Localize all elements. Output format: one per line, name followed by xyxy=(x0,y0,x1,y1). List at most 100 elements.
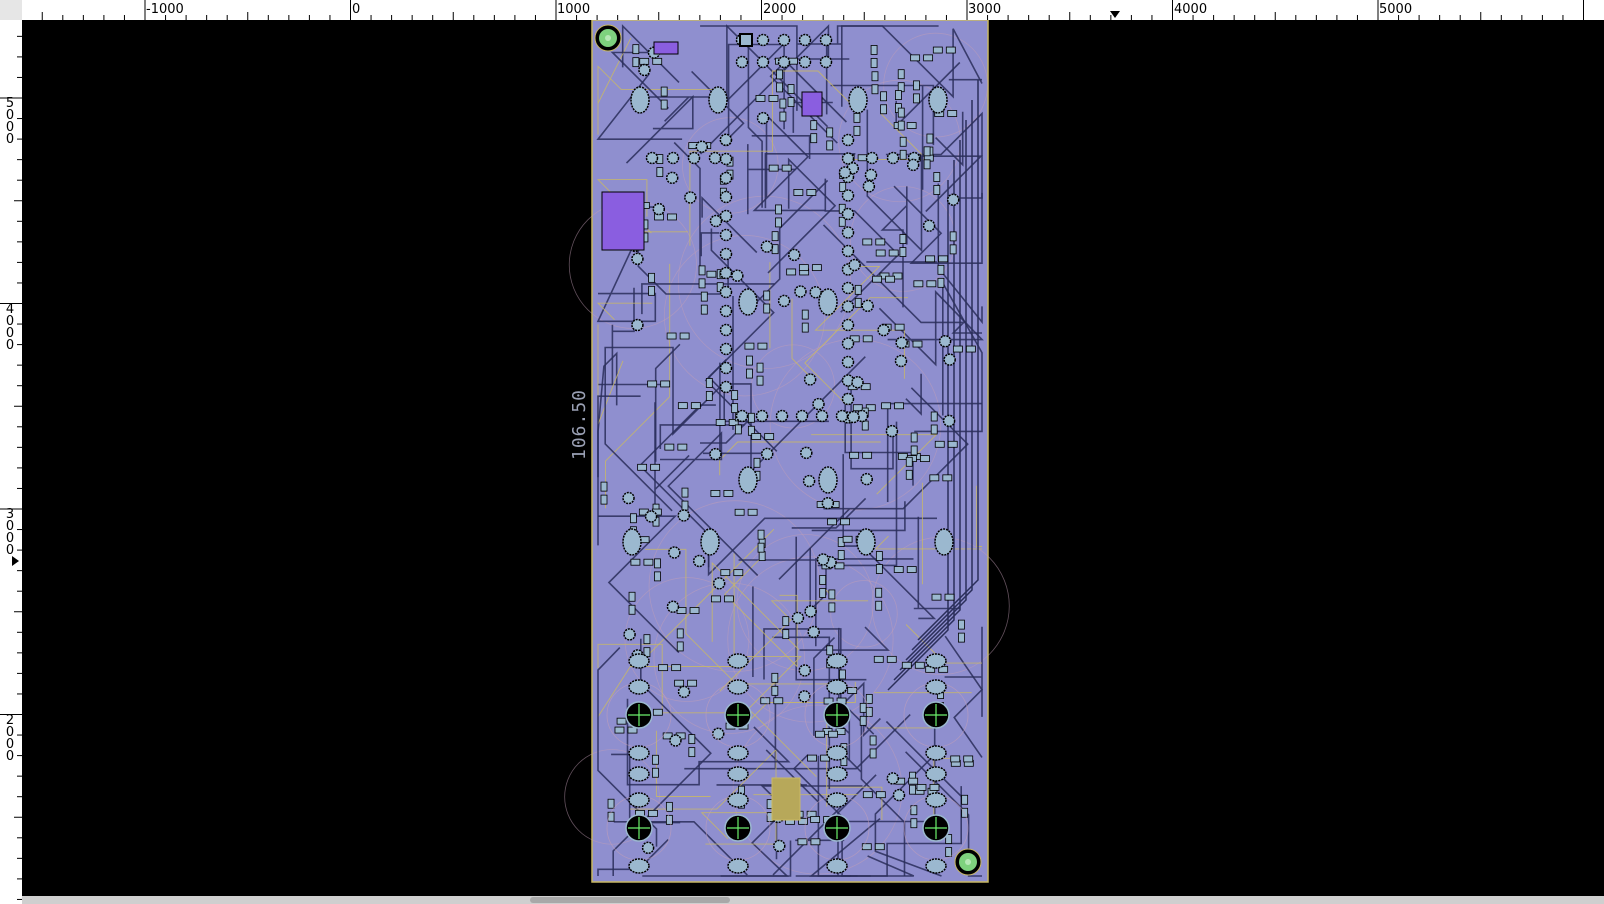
smd-pad xyxy=(600,494,608,505)
through-hole-pad xyxy=(804,605,817,618)
smd-pad xyxy=(826,140,834,151)
jack-pad xyxy=(925,792,947,808)
jack-pad xyxy=(727,792,749,808)
through-hole-pad xyxy=(798,55,812,69)
smd-pad xyxy=(880,91,887,102)
smd-pad xyxy=(665,801,673,812)
smd-pad xyxy=(715,419,726,426)
smd-pad xyxy=(782,616,790,627)
smd-pad xyxy=(929,474,940,482)
smd-pad xyxy=(628,604,636,615)
through-hole-pad xyxy=(841,244,855,258)
smd-pad xyxy=(648,285,655,296)
through-hole-pad xyxy=(791,611,805,625)
horizontal-scrollbar[interactable] xyxy=(22,896,1604,904)
smd-pad xyxy=(654,213,664,221)
smd-pad xyxy=(859,702,867,713)
smd-pad xyxy=(667,213,677,221)
smd-pad xyxy=(886,655,897,663)
through-hole-pad xyxy=(712,577,726,590)
smd-pad xyxy=(681,487,689,498)
smd-pad xyxy=(965,345,976,353)
oval-pad xyxy=(738,288,758,316)
smd-pad xyxy=(875,551,883,561)
smd-pad xyxy=(630,558,641,566)
pcb-canvas[interactable]: 106.50 xyxy=(22,20,1604,904)
through-hole-pad xyxy=(841,133,855,147)
through-hole-pad xyxy=(803,373,817,386)
jack-pad xyxy=(826,858,848,874)
smd-pad xyxy=(859,715,867,726)
smd-pad xyxy=(894,323,905,331)
smd-pad xyxy=(840,518,850,526)
smd-pad xyxy=(679,332,690,340)
smd-pad xyxy=(899,136,907,147)
smd-pad xyxy=(828,589,836,600)
smd-pad xyxy=(801,309,809,320)
smd-pad xyxy=(616,717,627,725)
smd-pad xyxy=(897,120,905,131)
through-hole-pad xyxy=(892,788,906,802)
smd-pad xyxy=(654,558,661,569)
horizontal-ruler[interactable]: -1000 0 1000 2000 3000 4000 5000 xyxy=(22,0,1604,21)
smd-pad xyxy=(870,58,878,68)
smd-pad xyxy=(705,378,713,388)
smd-pad xyxy=(944,593,955,601)
smd-pad xyxy=(871,84,879,95)
through-hole-pad xyxy=(677,509,690,522)
smd-pad xyxy=(757,342,768,350)
pcb-board-view[interactable] xyxy=(22,20,1604,904)
jack-pad xyxy=(727,653,749,669)
smd-pad xyxy=(958,619,965,630)
smd-pad xyxy=(733,569,744,577)
oval-pad xyxy=(700,528,720,556)
smd-pad xyxy=(865,693,873,704)
ic-pad xyxy=(653,41,679,55)
smd-pad xyxy=(700,304,708,315)
through-hole-pad xyxy=(760,240,774,253)
horizontal-scrollbar-thumb[interactable] xyxy=(530,897,730,903)
horizontal-ruler-ticks xyxy=(41,0,1584,20)
smd-pad xyxy=(827,518,837,526)
smd-pad xyxy=(639,57,650,65)
vertical-ruler-ticks xyxy=(0,35,22,900)
through-hole-pad xyxy=(719,304,733,318)
smd-pad xyxy=(810,133,818,144)
jack-pad xyxy=(826,745,848,761)
smd-pad xyxy=(764,433,775,440)
smd-pad xyxy=(950,755,961,763)
smd-pad xyxy=(862,791,873,799)
smd-pad xyxy=(930,424,938,435)
through-hole-pad xyxy=(709,214,723,228)
smd-pad xyxy=(786,268,797,276)
through-hole-pad xyxy=(623,628,636,641)
through-hole-pad xyxy=(677,685,691,699)
smd-pad xyxy=(910,818,918,829)
smd-pad xyxy=(931,593,942,601)
smd-pad xyxy=(933,185,941,195)
smd-pad xyxy=(952,345,963,353)
smd-pad xyxy=(720,569,731,577)
smd-pad xyxy=(681,500,689,511)
smd-pad xyxy=(632,57,640,68)
through-hole-pad xyxy=(719,323,733,337)
smd-pad xyxy=(660,99,668,110)
jack-pad xyxy=(727,745,749,761)
smd-pad xyxy=(677,443,688,451)
smd-pad xyxy=(926,280,937,288)
smd-pad xyxy=(906,122,917,129)
through-hole-pad xyxy=(777,55,791,69)
vertical-ruler[interactable]: 5000 4000 3000 2000 xyxy=(0,20,23,904)
smd-pad xyxy=(746,355,753,366)
smd-pad xyxy=(614,726,625,734)
smd-pad xyxy=(874,843,885,851)
through-hole-pad xyxy=(802,474,816,488)
through-hole-pad xyxy=(821,496,835,510)
smd-pad xyxy=(781,164,792,172)
mounting-hole-center xyxy=(605,35,611,41)
through-hole-pad xyxy=(735,55,749,69)
smd-pad xyxy=(628,591,636,602)
ruler-corner xyxy=(0,0,23,21)
smd-pad xyxy=(753,457,761,468)
through-hole-pad xyxy=(819,55,833,69)
